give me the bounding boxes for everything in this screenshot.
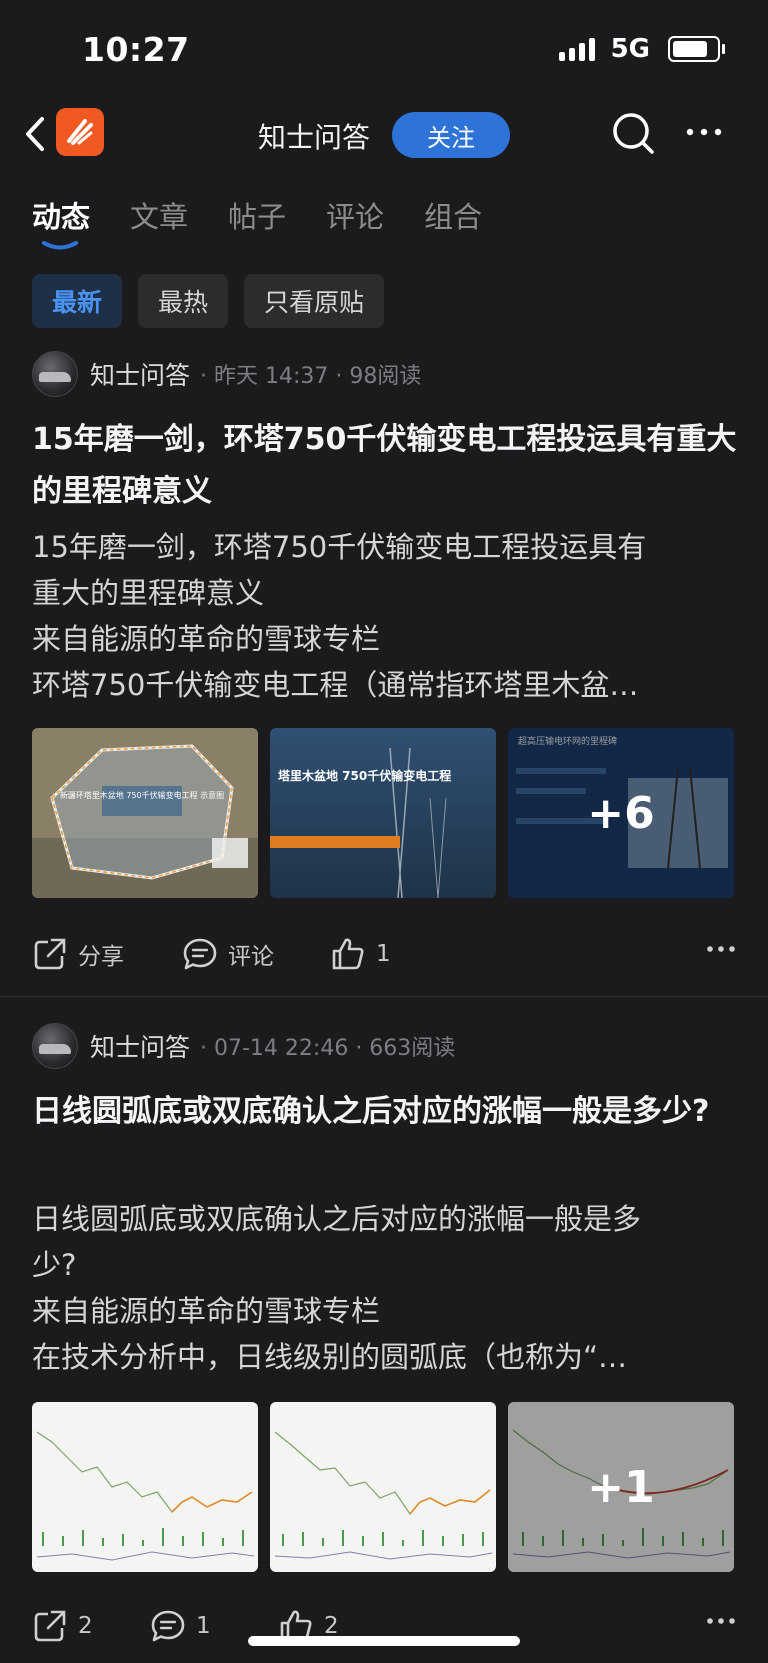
post-body[interactable]: 日线圆弧底或双底确认之后对应的涨幅一般是多 少? 来自能源的革命的雪球专栏 在技… [32, 1196, 742, 1380]
post-meta: · 昨天 14:37 · 98阅读 [200, 364, 422, 389]
avatar[interactable] [32, 351, 78, 397]
nav-bar: 知士问答 关注 [0, 100, 768, 172]
like-button[interactable]: 1 [330, 936, 391, 972]
post-more-icon[interactable] [706, 1616, 736, 1626]
slide-image: 塔里木盆地 750千伏输变电工程 [270, 728, 496, 898]
thumbnail-slide-more[interactable]: 超高压输电环网的里程碑 +6 [508, 728, 734, 898]
tab-posts[interactable]: 帖子 [228, 194, 286, 236]
stock-chart-image [270, 1402, 496, 1572]
follow-button[interactable]: 关注 [392, 112, 510, 158]
tab-portfolios[interactable]: 组合 [424, 194, 482, 236]
more-icon[interactable] [684, 122, 724, 142]
post-actions: 分享 评论 1 [32, 936, 736, 976]
nav-title: 知士问答 [258, 121, 371, 154]
body-line: 日线圆弧底或双底确认之后对应的涨幅一般是多 [32, 1202, 642, 1236]
back-icon[interactable] [18, 114, 54, 154]
body-line: 重大的里程碑意义 [32, 576, 265, 610]
slide-caption: 塔里木盆地 750千伏输变电工程 [278, 768, 451, 783]
post-author[interactable]: 知士问答 · 昨天 14:37 · 98阅读 [32, 351, 422, 397]
body-line: 环塔750千伏输变电工程（通常指环塔里木盆… [32, 668, 639, 702]
signal-icon [558, 37, 595, 61]
filter-original-only[interactable]: 只看原贴 [244, 274, 385, 328]
thumbnail-slide[interactable]: 塔里木盆地 750千伏输变电工程 [270, 728, 496, 898]
post-author[interactable]: 知士问答 · 07-14 22:46 · 663阅读 [32, 1023, 456, 1069]
search-icon[interactable] [610, 110, 656, 156]
filter-bar: 最新 最热 只看原贴 [32, 274, 385, 328]
battery-icon [668, 36, 725, 62]
comment-label: 评论 [228, 944, 274, 970]
share-button[interactable]: 分享 [32, 936, 124, 972]
network-label: 5G [610, 34, 650, 64]
author-name[interactable]: 知士问答 [90, 356, 190, 392]
body-line: 少? [32, 1248, 77, 1282]
thumbs-up-icon [332, 938, 364, 970]
author-name[interactable]: 知士问答 [90, 1028, 190, 1064]
thumbnail-chart[interactable] [270, 1402, 496, 1572]
post-title[interactable]: 15年磨一剑，环塔750千伏输变电工程投运具有重大的里程碑意义 [32, 414, 742, 518]
post-body[interactable]: 15年磨一剑，环塔750千伏输变电工程投运具有 重大的里程碑意义 来自能源的革命… [32, 524, 742, 708]
avatar[interactable] [32, 1023, 78, 1069]
logo-icon [67, 119, 93, 145]
map-image: 新疆环塔里木盆地 750千伏输变电工程 示意图 [32, 728, 258, 898]
status-bar: 10:27 5G [0, 0, 768, 100]
filter-hottest[interactable]: 最热 [138, 274, 229, 328]
thumbnail-map[interactable]: 新疆环塔里木盆地 750千伏输变电工程 示意图 [32, 728, 258, 898]
like-count: 1 [376, 941, 391, 967]
post-meta: · 07-14 22:46 · 663阅读 [200, 1036, 456, 1061]
home-indicator[interactable] [248, 1636, 520, 1646]
body-line: 来自能源的革命的雪球专栏 [32, 1294, 381, 1328]
image-gallery: +1 [32, 1402, 734, 1572]
body-line: 在技术分析中，日线级别的圆弧底（也称为“… [32, 1340, 628, 1374]
map-caption: 新疆环塔里木盆地 750千伏输变电工程 示意图 [60, 790, 224, 800]
tab-dynamics[interactable]: 动态 [32, 194, 90, 236]
tab-articles[interactable]: 文章 [130, 194, 188, 236]
thumbnail-chart[interactable] [32, 1402, 258, 1572]
share-button[interactable]: 2 [32, 1608, 93, 1644]
comment-icon [183, 938, 217, 970]
more-images-count[interactable]: +1 [508, 1402, 734, 1572]
tab-active-indicator [42, 241, 78, 250]
share-count: 2 [78, 1613, 93, 1639]
app-logo [56, 108, 104, 156]
tab-bar: 动态 文章 帖子 评论 组合 [32, 194, 482, 236]
share-icon [34, 938, 66, 970]
comment-button[interactable]: 评论 [182, 936, 274, 972]
comment-icon [151, 1610, 185, 1642]
image-gallery: 新疆环塔里木盆地 750千伏输变电工程 示意图 塔里木盆地 750千伏输变电工程 [32, 728, 734, 898]
post-title[interactable]: 日线圆弧底或双底确认之后对应的涨幅一般是多少? [32, 1086, 742, 1138]
comment-button[interactable]: 1 [150, 1608, 211, 1644]
thumbnail-chart-more[interactable]: +1 [508, 1402, 734, 1572]
body-line: 来自能源的革命的雪球专栏 [32, 622, 381, 656]
share-label: 分享 [78, 944, 124, 970]
tab-comments[interactable]: 评论 [326, 194, 384, 236]
body-line: 15年磨一剑，环塔750千伏输变电工程投运具有 [32, 530, 647, 564]
filter-latest[interactable]: 最新 [32, 274, 123, 328]
post-more-icon[interactable] [706, 944, 736, 954]
status-time: 10:27 [82, 30, 190, 69]
share-icon [34, 1610, 66, 1642]
status-icons: 5G [558, 34, 725, 64]
more-images-count[interactable]: +6 [508, 728, 734, 898]
stock-chart-image [32, 1402, 258, 1572]
comment-count: 1 [196, 1613, 211, 1639]
post-divider [0, 996, 768, 997]
